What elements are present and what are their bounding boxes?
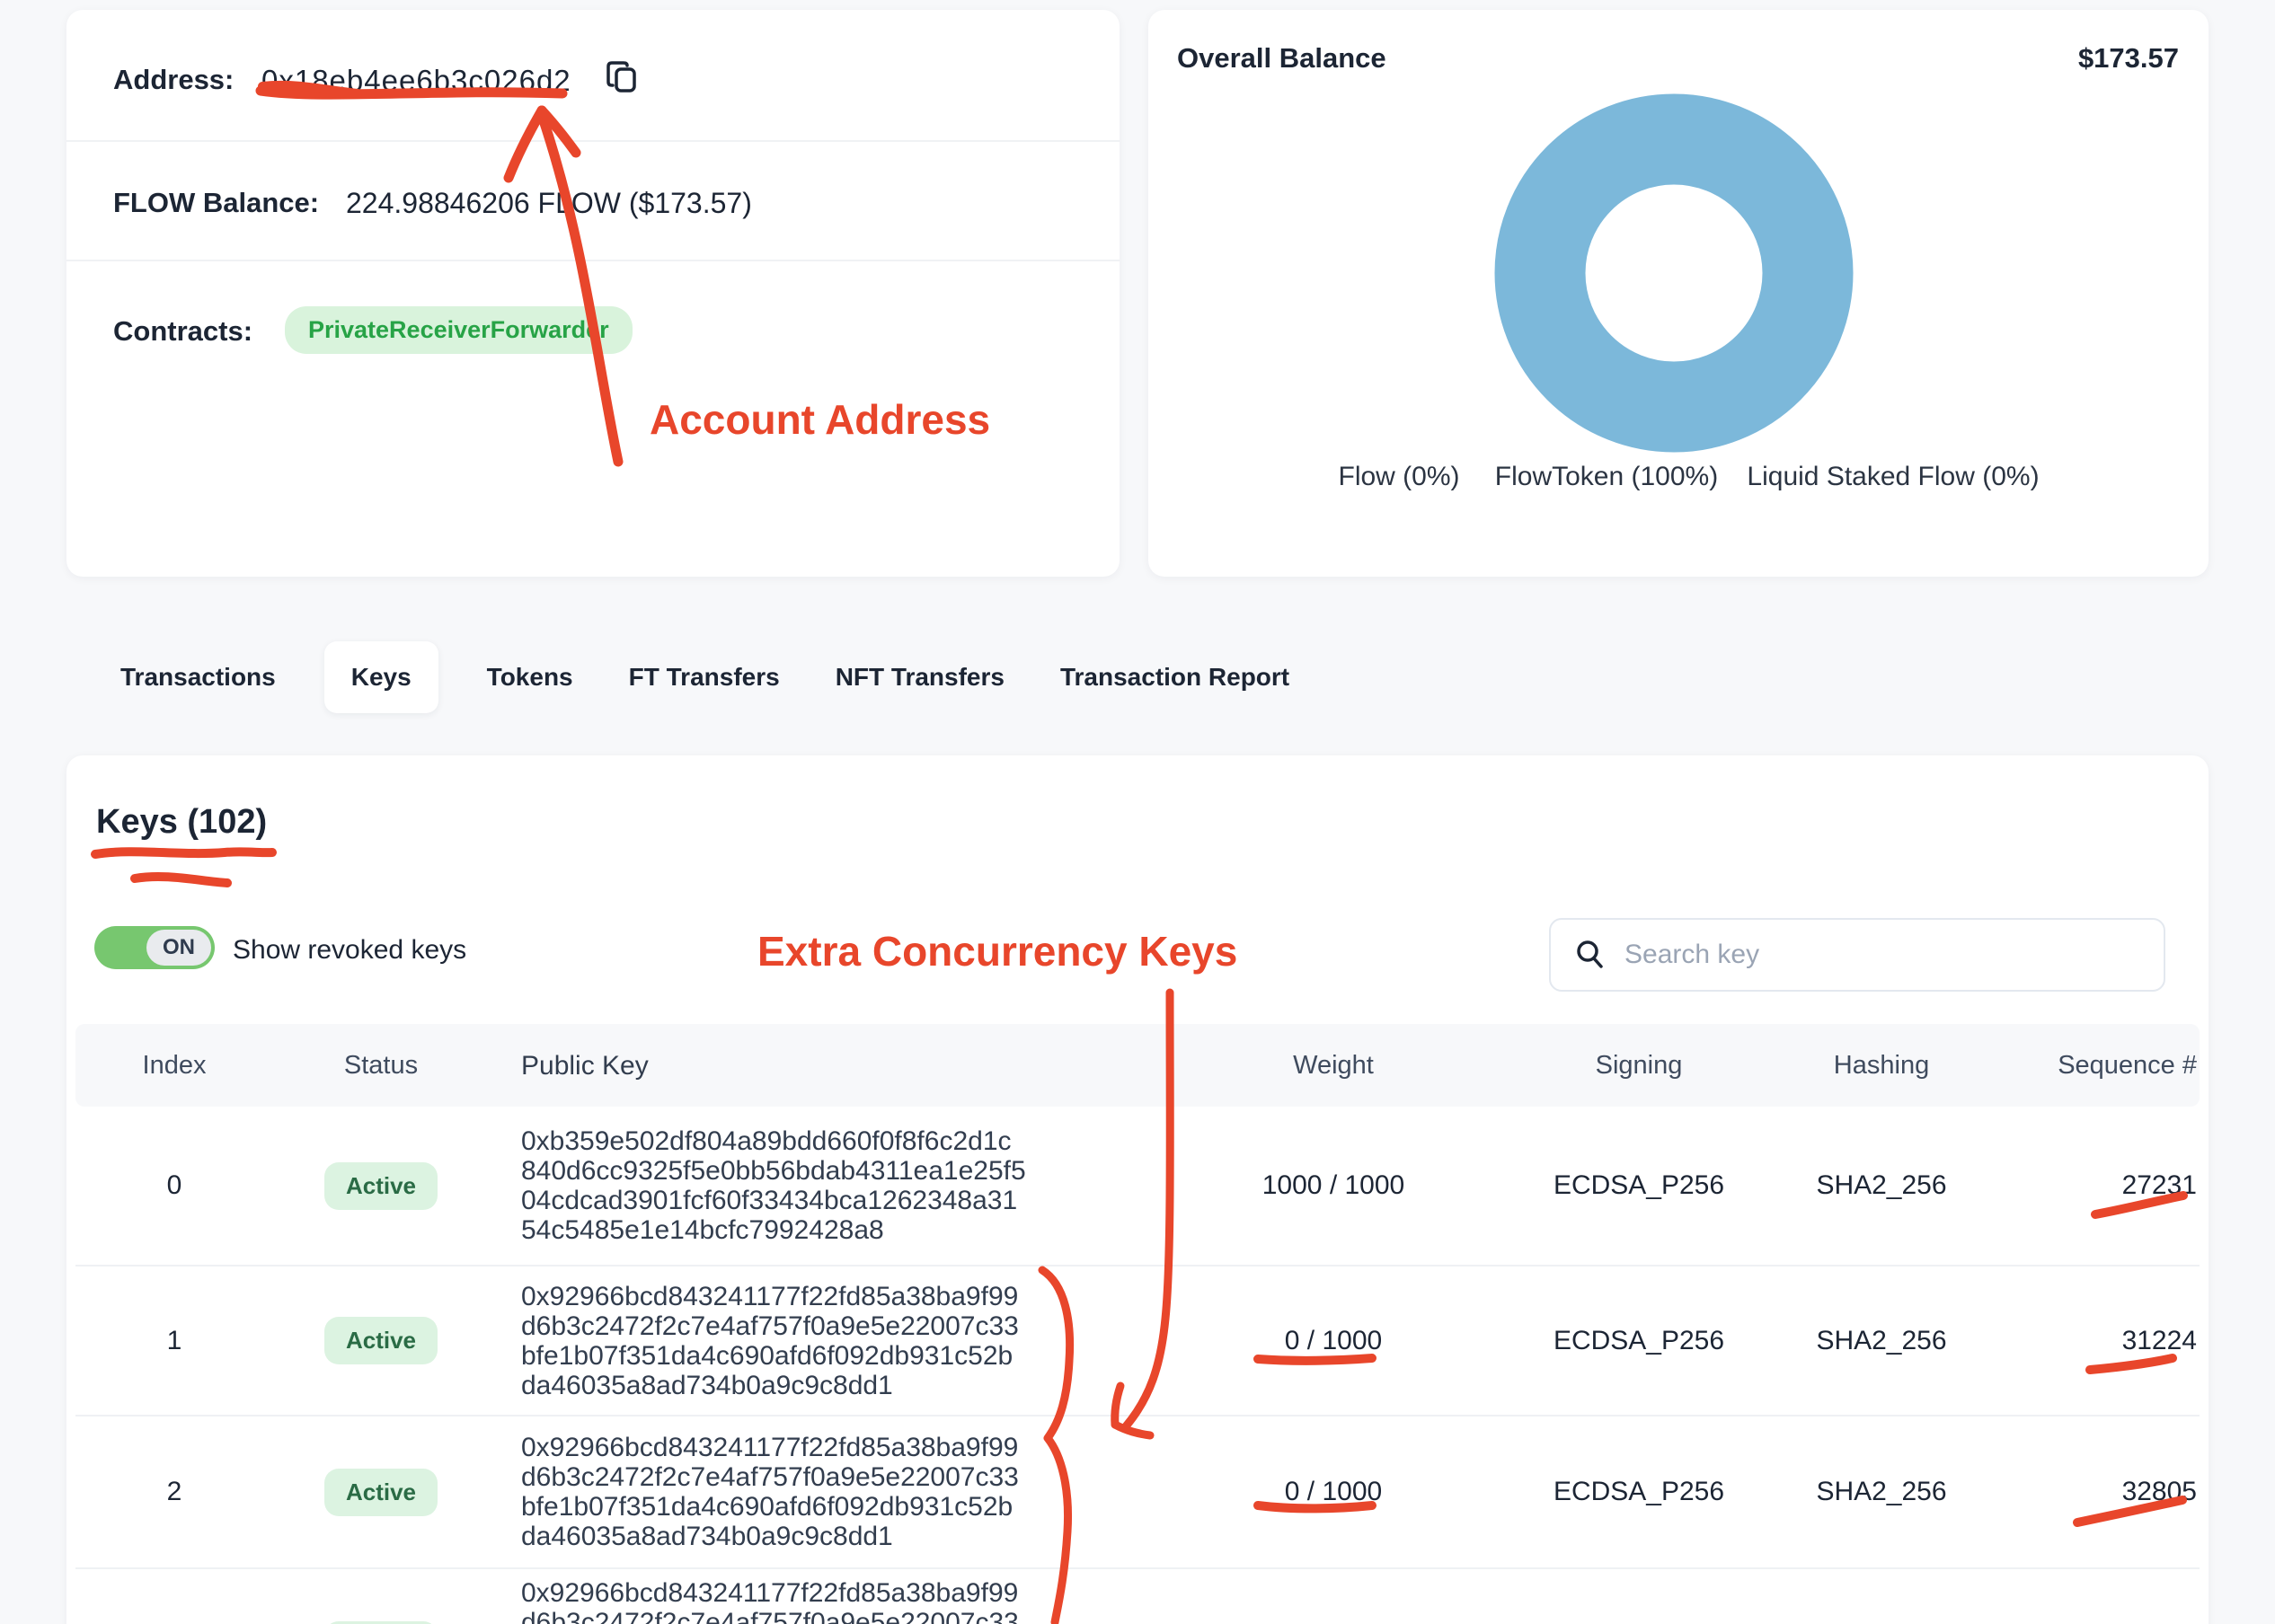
flow-balance-value: 224.98846206 FLOW ($173.57)	[346, 187, 752, 220]
toggle-knob[interactable]: ON	[146, 930, 211, 966]
keys-table-body: 0 Active 0xb359e502df804a89bdd660f0f8f6c…	[75, 1107, 2200, 1624]
key-weight: 0 / 1000	[1136, 1326, 1531, 1356]
key-weight: 0 / 1000	[1136, 1477, 1531, 1507]
public-key: 0x92966bcd843241177f22fd85a38ba9f99 d6b3…	[489, 1569, 1136, 1624]
tab-ft-transfers[interactable]: FT Transfers	[622, 641, 787, 713]
col-public-key: Public Key	[489, 1051, 1136, 1081]
key-status: Active	[273, 1469, 489, 1516]
legend-flow: Flow (0%)	[1338, 462, 1459, 492]
keys-section-card: Keys (102) ON Show revoked keys Index St…	[66, 755, 2209, 1624]
status-badge: Active	[324, 1317, 438, 1364]
key-signing: ECDSA_P256	[1531, 1326, 1747, 1356]
page: Address: 0x18eb4ee6b3c026d2 FLOW Balance…	[0, 0, 2275, 1624]
key-status: Active	[273, 1162, 489, 1210]
col-index: Index	[75, 1051, 273, 1081]
annotation-extra-concurrency-keys: Extra Concurrency Keys	[757, 927, 1237, 975]
tab-nft-transfers[interactable]: NFT Transfers	[828, 641, 1012, 713]
search-key-input[interactable]	[1624, 940, 2142, 970]
public-key: 0xb359e502df804a89bdd660f0f8f6c2d1c 840d…	[489, 1126, 1136, 1245]
keys-section-title: Keys (102)	[96, 803, 267, 842]
copy-icon	[604, 58, 643, 98]
donut-ring-flowtoken	[1540, 139, 1808, 407]
key-hashing: SHA2_256	[1747, 1477, 2016, 1507]
public-key: 0x92966bcd843241177f22fd85a38ba9f99 d6b3…	[489, 1433, 1136, 1551]
key-weight: 1000 / 1000	[1136, 1170, 1531, 1201]
col-status: Status	[273, 1051, 489, 1081]
tab-tokens[interactable]: Tokens	[480, 641, 580, 713]
show-revoked-keys-toggle[interactable]: ON	[94, 926, 215, 969]
show-revoked-keys-label: Show revoked keys	[233, 935, 466, 966]
table-row[interactable]: 2 Active 0x92966bcd843241177f22fd85a38ba…	[75, 1415, 2200, 1567]
key-index: 1	[75, 1326, 273, 1356]
flow-balance-label: FLOW Balance:	[113, 187, 319, 219]
col-hashing: Hashing	[1747, 1051, 2016, 1081]
key-hashing: SHA2_256	[1747, 1170, 2016, 1201]
key-status: Active	[273, 1621, 489, 1624]
address-label: Address:	[113, 64, 234, 96]
search-key-box[interactable]	[1549, 918, 2165, 992]
public-key: 0x92966bcd843241177f22fd85a38ba9f99 d6b3…	[489, 1282, 1136, 1400]
divider	[66, 260, 1120, 261]
tab-keys[interactable]: Keys	[324, 641, 438, 713]
key-signing: ECDSA_P256	[1531, 1477, 1747, 1507]
address-value[interactable]: 0x18eb4ee6b3c026d2	[261, 64, 571, 98]
tab-transaction-report[interactable]: Transaction Report	[1053, 641, 1297, 713]
key-index: 2	[75, 1477, 273, 1507]
tab-transactions[interactable]: Transactions	[113, 641, 283, 713]
overall-balance-card: Overall Balance $173.57 Flow (0%) FlowTo…	[1148, 10, 2209, 577]
key-sequence: 32805	[2016, 1477, 2197, 1507]
annotation-account-address: Account Address	[650, 395, 990, 444]
table-row[interactable]: 1 Active 0x92966bcd843241177f22fd85a38ba…	[75, 1265, 2200, 1415]
key-sequence: 27231	[2016, 1170, 2197, 1201]
tab-bar: Transactions Keys Tokens FT Transfers NF…	[66, 632, 1297, 722]
key-hashing: SHA2_256	[1747, 1326, 2016, 1356]
key-status: Active	[273, 1317, 489, 1364]
key-index: 0	[75, 1170, 273, 1201]
status-badge: Active	[324, 1162, 438, 1210]
key-signing: ECDSA_P256	[1531, 1170, 1747, 1201]
col-weight: Weight	[1136, 1051, 1531, 1081]
col-sequence: Sequence #	[2016, 1051, 2197, 1081]
search-icon	[1572, 937, 1608, 973]
account-info-card: Address: 0x18eb4ee6b3c026d2 FLOW Balance…	[66, 10, 1120, 577]
copy-address-button[interactable]	[604, 58, 643, 102]
legend-flowtoken: FlowToken (100%)	[1495, 462, 1718, 492]
col-signing: Signing	[1531, 1051, 1747, 1081]
status-badge: Active	[324, 1469, 438, 1516]
table-row[interactable]: 3 Active 0x92966bcd843241177f22fd85a38ba…	[75, 1567, 2200, 1624]
keys-table-header: Index Status Public Key Weight Signing H…	[75, 1024, 2200, 1107]
contract-badge[interactable]: PrivateReceiverForwarder	[285, 306, 633, 354]
contracts-label: Contracts:	[113, 315, 252, 348]
status-badge: Active	[324, 1621, 438, 1624]
legend-liquid-staked-flow: Liquid Staked Flow (0%)	[1747, 462, 2039, 492]
table-row[interactable]: 0 Active 0xb359e502df804a89bdd660f0f8f6c…	[75, 1107, 2200, 1265]
divider	[66, 140, 1120, 142]
key-sequence: 31224	[2016, 1326, 2197, 1356]
